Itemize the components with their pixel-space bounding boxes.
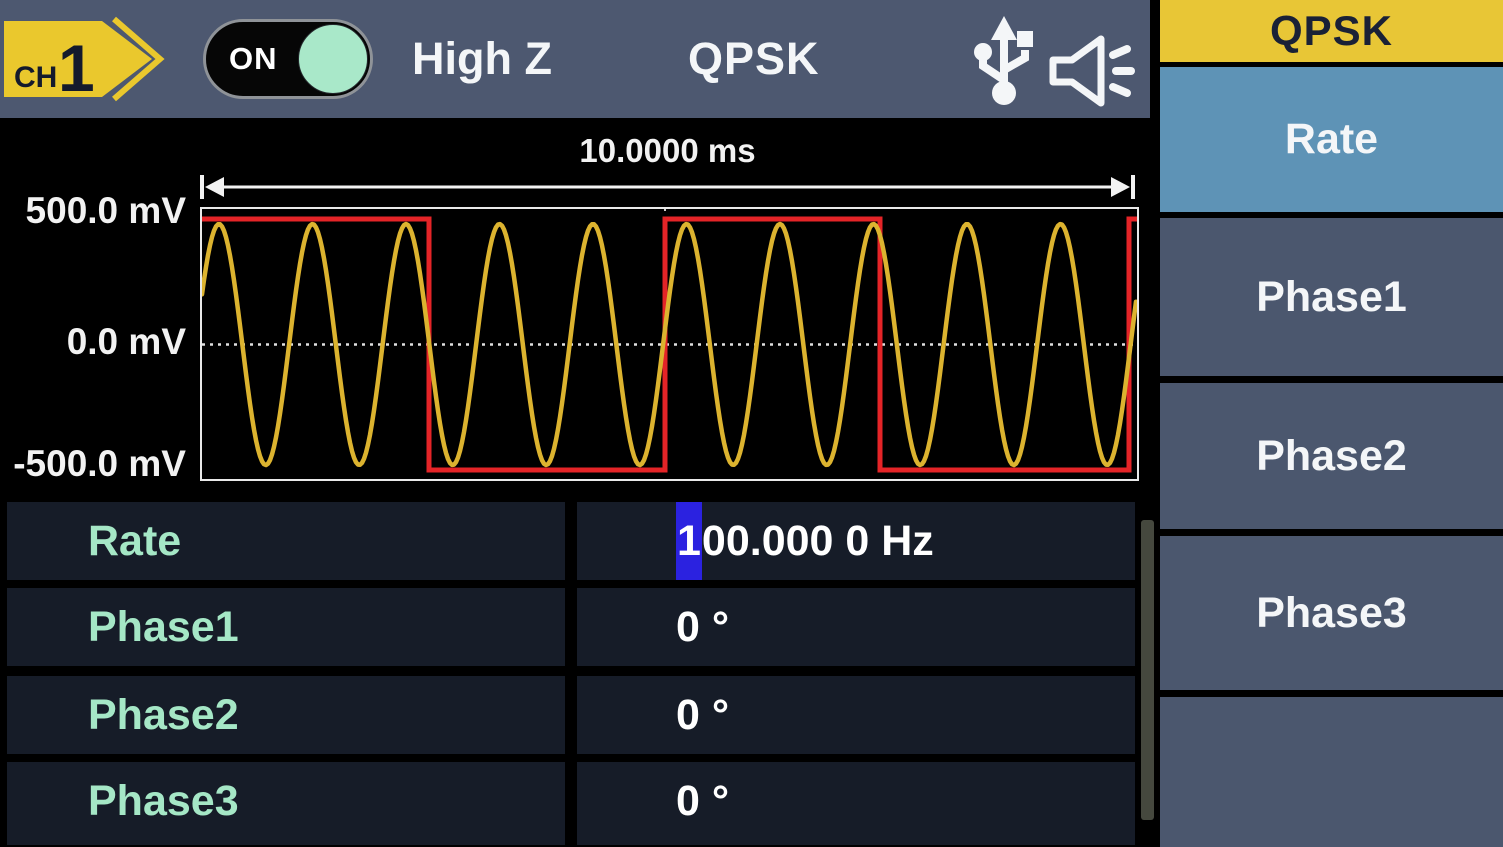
softkey-phase3[interactable]: Phase3 (1160, 536, 1503, 690)
channel-number: 1 (58, 31, 95, 103)
usb-icon (968, 16, 1040, 108)
y-axis-label-max: 500.0 mV (26, 190, 186, 232)
time-span-arrow (200, 174, 1135, 200)
waveform-svg (202, 209, 1137, 479)
channel-badge[interactable]: CH 1 (4, 15, 169, 103)
speaker-icon (1046, 34, 1142, 108)
y-axis-label-zero: 0.0 mV (67, 321, 186, 363)
generator-screen: CH 1 ON High Z QPSK (0, 0, 1503, 847)
param-value-rate[interactable]: 100.000 0 Hz (577, 502, 1135, 580)
edit-cursor: 1 (676, 502, 702, 580)
param-value-phase2[interactable]: 0 ° (577, 676, 1135, 754)
channel-prefix: CH (14, 61, 57, 94)
softkey-menu: QPSK Rate Phase1 Phase2 Phase3 (1160, 0, 1503, 847)
y-axis-labels: 500.0 mV 0.0 mV -500.0 mV (0, 118, 192, 492)
waveform-plot (200, 207, 1139, 481)
time-span-label: 10.0000 ms (200, 132, 1135, 170)
table-scrollbar[interactable] (1141, 520, 1154, 820)
y-axis-label-min: -500.0 mV (13, 443, 186, 485)
parameter-table: Rate 100.000 0 Hz Phase1 0 ° Phase2 0 ° … (0, 492, 1155, 847)
softkey-blank[interactable] (1160, 697, 1503, 847)
softkey-phase1[interactable]: Phase1 (1160, 218, 1503, 376)
impedance-status: High Z (412, 0, 552, 118)
param-label-phase3: Phase3 (7, 762, 565, 845)
mode-status: QPSK (688, 0, 820, 118)
param-label-rate: Rate (7, 502, 565, 580)
softkey-phase2[interactable]: Phase2 (1160, 383, 1503, 529)
param-value-rate-rest: 00.000 0 Hz (702, 517, 934, 565)
param-value-phase1[interactable]: 0 ° (577, 588, 1135, 666)
param-label-phase1: Phase1 (7, 588, 565, 666)
waveform-display: 10.0000 ms 500.0 mV 0.0 mV -500.0 mV (0, 118, 1155, 492)
output-toggle[interactable]: ON (203, 19, 373, 99)
status-bar: CH 1 ON High Z QPSK (0, 0, 1150, 118)
param-label-phase2: Phase2 (7, 676, 565, 754)
output-toggle-knob[interactable] (298, 24, 368, 94)
output-toggle-label: ON (229, 22, 278, 96)
param-value-phase3[interactable]: 0 ° (577, 762, 1135, 845)
softkey-rate[interactable]: Rate (1160, 67, 1503, 212)
softkey-menu-title: QPSK (1160, 0, 1503, 62)
